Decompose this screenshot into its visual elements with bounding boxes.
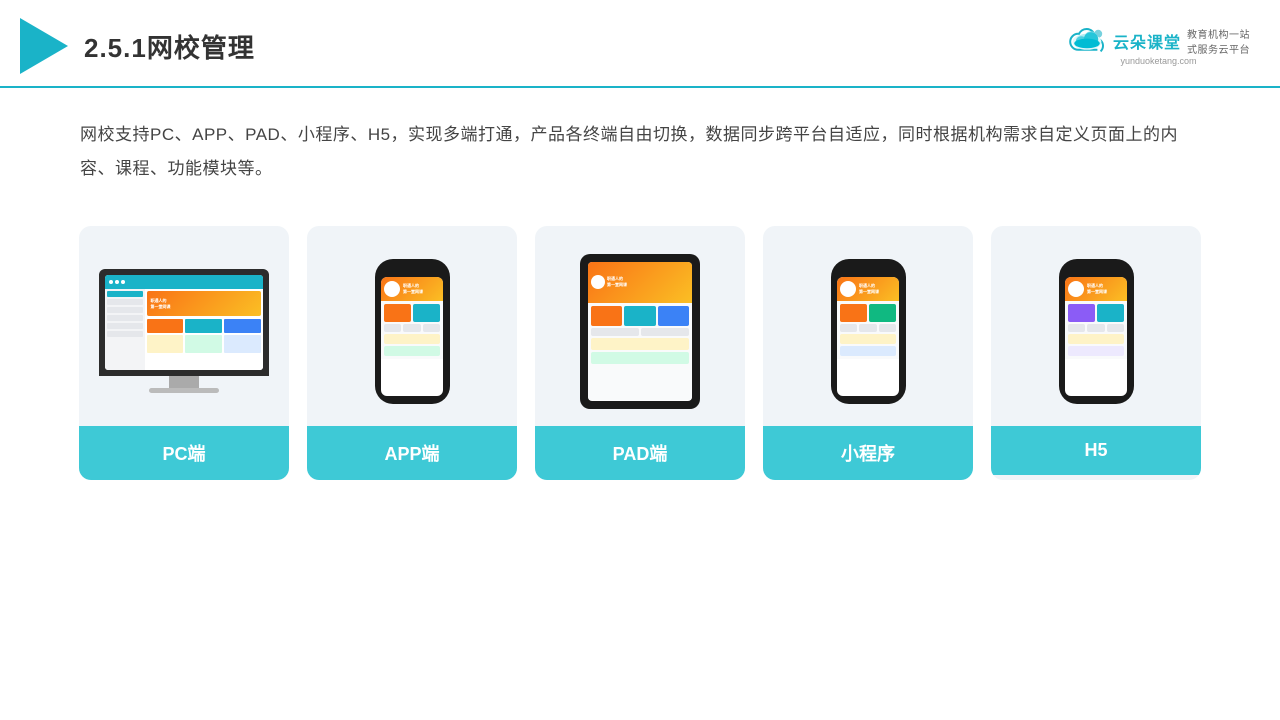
logo-icon — [20, 18, 68, 74]
pc-label: PC端 — [79, 426, 289, 480]
brand-area: 云朵课堂 教育机构一站 式服务云平台 yunduoketang.com — [1067, 26, 1250, 66]
tablet-mockup: 职通人的第一堂网课 — [580, 254, 700, 409]
app-label: APP端 — [307, 426, 517, 480]
brand-url: yunduoketang.com — [1120, 56, 1196, 66]
miniapp-preview: 职通人的第一堂网课 — [763, 226, 973, 426]
device-card-miniapp: 职通人的第一堂网课 — [763, 226, 973, 480]
brand-slogan-1: 教育机构一站 — [1187, 26, 1250, 41]
phone-mockup-miniapp: 职通人的第一堂网课 — [831, 259, 906, 404]
device-card-h5: 职通人的第一堂网课 — [991, 226, 1201, 480]
device-card-app: 职通人的第一堂网课 — [307, 226, 517, 480]
device-card-pc: 职通人的第一堂网课 — [79, 226, 289, 480]
phone-mockup-app: 职通人的第一堂网课 — [375, 259, 450, 404]
pc-preview: 职通人的第一堂网课 — [79, 226, 289, 426]
app-preview: 职通人的第一堂网课 — [307, 226, 517, 426]
pc-screen-outer: 职通人的第一堂网课 — [99, 269, 269, 376]
cloud-icon — [1067, 27, 1107, 55]
pc-mockup: 职通人的第一堂网课 — [99, 269, 269, 393]
phone-screen-miniapp: 职通人的第一堂网课 — [837, 277, 899, 396]
page-title: 2.5.1网校管理 — [84, 28, 255, 65]
header-left: 2.5.1网校管理 — [20, 18, 255, 74]
pc-screen-inner: 职通人的第一堂网课 — [105, 275, 263, 370]
pad-preview: 职通人的第一堂网课 — [535, 226, 745, 426]
h5-label: H5 — [991, 426, 1201, 475]
miniapp-label: 小程序 — [763, 426, 973, 480]
tablet-screen: 职通人的第一堂网课 — [588, 262, 692, 401]
h5-notch — [1084, 267, 1109, 273]
brand-slogan-2: 式服务云平台 — [1187, 41, 1250, 56]
phone-mockup-h5: 职通人的第一堂网课 — [1059, 259, 1134, 404]
phone-screen-h5: 职通人的第一堂网课 — [1065, 277, 1127, 396]
desc-paragraph: 网校支持PC、APP、PAD、小程序、H5，实现多端打通，产品各终端自由切换，数… — [80, 118, 1200, 186]
brand-name: 云朵课堂 — [1113, 29, 1181, 53]
description-text: 网校支持PC、APP、PAD、小程序、H5，实现多端打通，产品各终端自由切换，数… — [0, 88, 1280, 196]
device-card-pad: 职通人的第一堂网课 — [535, 226, 745, 480]
phone-notch — [400, 267, 425, 273]
pad-label: PAD端 — [535, 426, 745, 480]
header: 2.5.1网校管理 云朵课堂 教育机构一站 式服务云平台 yunduoketan… — [0, 0, 1280, 88]
brand-logo: 云朵课堂 教育机构一站 式服务云平台 — [1067, 26, 1250, 56]
miniapp-notch — [856, 267, 881, 273]
h5-preview: 职通人的第一堂网课 — [991, 226, 1201, 426]
phone-screen-app: 职通人的第一堂网课 — [381, 277, 443, 396]
devices-area: 职通人的第一堂网课 — [0, 196, 1280, 500]
